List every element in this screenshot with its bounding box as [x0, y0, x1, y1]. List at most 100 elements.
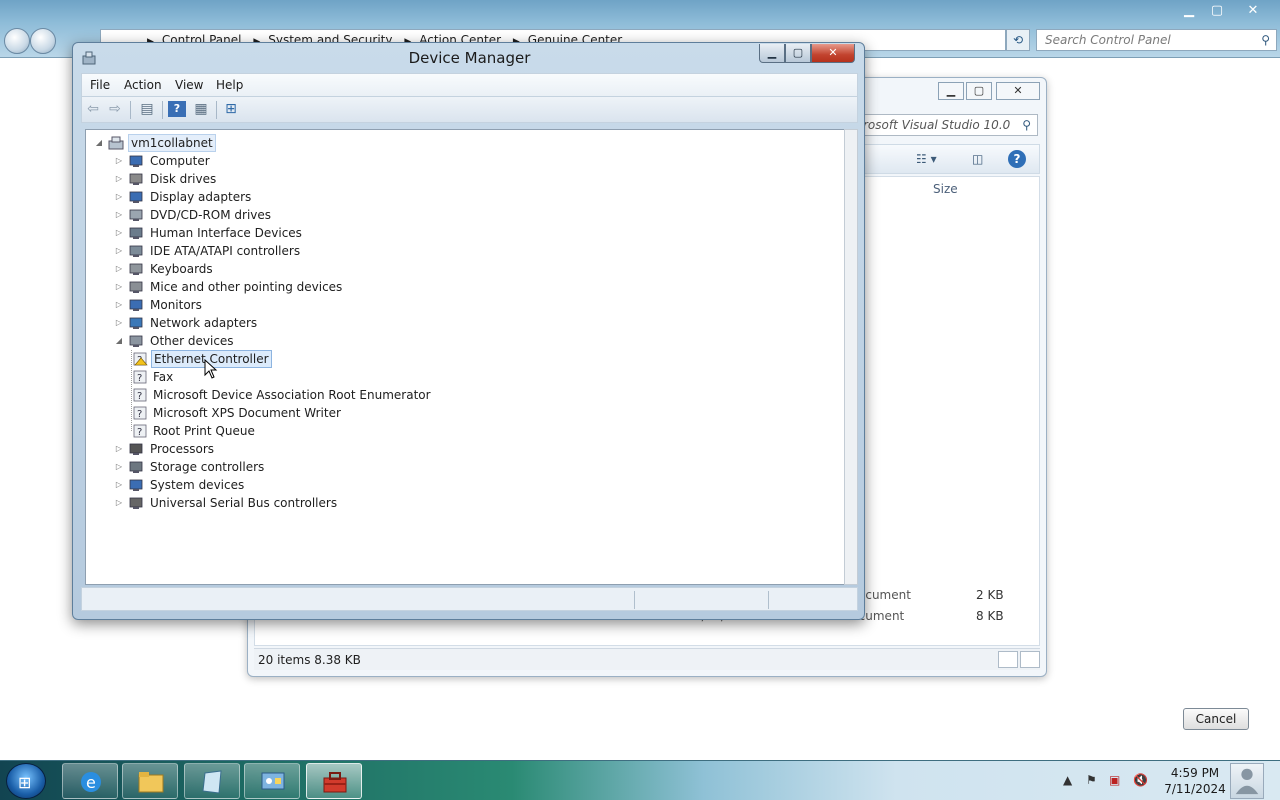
- taskbar-file-explorer[interactable]: [122, 763, 178, 799]
- device-category-icon: [129, 281, 143, 293]
- device-category-icon: [129, 263, 143, 275]
- forward-arrow-icon[interactable]: ⇨: [106, 101, 124, 117]
- tree-category-label: Human Interface Devices: [150, 226, 302, 240]
- expand-arrow-icon[interactable]: ▷: [114, 206, 124, 224]
- close-button[interactable]: ✕: [811, 44, 855, 63]
- system-clock[interactable]: 4:59 PM 7/11/2024: [1158, 765, 1232, 797]
- control-panel-search-input[interactable]: Search Control Panel ⚲: [1036, 29, 1277, 51]
- taskbar-device-manager[interactable]: [306, 763, 362, 799]
- device-category-icon: [129, 461, 143, 473]
- view-options-icon[interactable]: ☷ ▾: [916, 152, 937, 166]
- large-icons-view-icon[interactable]: [1020, 651, 1040, 668]
- tree-device-label: Root Print Queue: [153, 424, 255, 438]
- taskbar-notepad[interactable]: [184, 763, 240, 799]
- expand-arrow-icon[interactable]: ▷: [114, 476, 124, 494]
- tree-category-label: IDE ATA/ATAPI controllers: [150, 244, 301, 258]
- explorer-status-bar: 20 items 8.38 KB: [254, 648, 1040, 670]
- preview-pane-icon[interactable]: ◫: [972, 152, 983, 166]
- properties-icon[interactable]: ▦: [192, 101, 210, 117]
- tree-category-label: Network adapters: [150, 316, 258, 330]
- help-icon[interactable]: ?: [168, 101, 186, 117]
- taskbar-control-panel[interactable]: [244, 763, 300, 799]
- expand-arrow-icon[interactable]: ▷: [114, 170, 124, 188]
- device-category-icon: [129, 443, 143, 455]
- tree-category-label: Display adapters: [150, 190, 252, 204]
- unknown-device-icon: ?: [133, 388, 147, 402]
- tree-category-label: Mice and other pointing devices: [150, 280, 343, 294]
- svg-text:?: ?: [137, 391, 142, 402]
- refresh-icon[interactable]: ⟲: [1006, 29, 1030, 51]
- collapse-arrow-icon[interactable]: ◢: [114, 332, 124, 350]
- minimize-button[interactable]: ▁: [759, 44, 785, 63]
- expand-arrow-icon[interactable]: ▷: [114, 278, 124, 296]
- status-divider: [768, 591, 769, 609]
- user-account-icon[interactable]: [1230, 763, 1264, 799]
- tree-category-label: System devices: [150, 478, 245, 492]
- maximize-button[interactable]: ▢: [785, 44, 811, 63]
- svg-text:?: ?: [137, 427, 142, 438]
- explorer-search-input[interactable]: rosoft Visual Studio 10.0 ⚲: [848, 114, 1038, 136]
- svg-text:?: ?: [137, 409, 142, 420]
- collapse-arrow-icon[interactable]: ◢: [94, 134, 104, 152]
- tree-category-label: Disk drives: [150, 172, 217, 186]
- column-header-size[interactable]: Size: [933, 182, 958, 196]
- search-placeholder: Search Control Panel: [1045, 33, 1171, 47]
- taskbar: ⊞ e ▲ ⚑ ▣ 🔇 4:59 PM 7/11/2024: [0, 760, 1280, 800]
- toolbar-divider: [130, 101, 131, 119]
- show-hidden-icons-icon[interactable]: ▲: [1063, 773, 1072, 787]
- cancel-button[interactable]: Cancel: [1183, 708, 1249, 730]
- menu-view[interactable]: View: [175, 78, 203, 92]
- clock-time: 4:59 PM: [1170, 766, 1220, 780]
- expand-arrow-icon[interactable]: ▷: [114, 296, 124, 314]
- network-disconnected-icon[interactable]: ▣: [1109, 773, 1120, 787]
- scan-for-hardware-changes-icon[interactable]: ⊞: [222, 101, 240, 117]
- explorer-minimize-button[interactable]: ▁: [938, 82, 964, 100]
- device-category-icon: [129, 209, 143, 221]
- tree-category-label: DVD/CD-ROM drives: [150, 208, 272, 222]
- expand-arrow-icon[interactable]: ▷: [114, 458, 124, 476]
- action-center-flag-icon[interactable]: ⚑: [1086, 773, 1097, 787]
- menu-help[interactable]: Help: [216, 78, 243, 92]
- unknown-device-icon: ?: [133, 424, 147, 438]
- expand-arrow-icon[interactable]: ▷: [114, 494, 124, 512]
- explorer-close-button[interactable]: ✕: [996, 82, 1040, 100]
- computer-host-icon: [108, 136, 124, 150]
- details-view-icon[interactable]: [998, 651, 1018, 668]
- tree-device-label: Fax: [153, 370, 174, 384]
- status-item-count: 20 items 8.38 KB: [258, 653, 361, 667]
- toolbar-divider: [216, 101, 217, 119]
- expand-arrow-icon[interactable]: ▷: [114, 242, 124, 260]
- expand-arrow-icon[interactable]: ▷: [114, 152, 124, 170]
- explorer-search-text: rosoft Visual Studio 10.0: [863, 118, 1011, 132]
- control-panel-minimize-button[interactable]: ▁: [1174, 1, 1204, 21]
- search-icon[interactable]: ⚲: [1261, 30, 1270, 50]
- start-button[interactable]: ⊞: [6, 763, 46, 799]
- back-button[interactable]: [4, 28, 30, 54]
- expand-arrow-icon[interactable]: ▷: [114, 440, 124, 458]
- tree-device-label: Microsoft XPS Document Writer: [153, 406, 341, 420]
- volume-muted-icon[interactable]: 🔇: [1133, 773, 1148, 787]
- device-category-icon: [129, 497, 143, 509]
- taskbar-internet-explorer[interactable]: e: [62, 763, 118, 799]
- device-category-icon: [129, 227, 143, 239]
- tree-root-label: vm1collabnet: [128, 134, 216, 152]
- control-panel-maximize-button[interactable]: ▢: [1202, 1, 1232, 21]
- expand-arrow-icon[interactable]: ▷: [114, 188, 124, 206]
- device-category-icon: [129, 191, 143, 203]
- control-panel-close-button[interactable]: ✕: [1238, 1, 1268, 21]
- device-manager-window: Device Manager ▁ ▢ ✕ File Action View He…: [72, 42, 865, 620]
- explorer-maximize-button[interactable]: ▢: [966, 82, 992, 100]
- expand-arrow-icon[interactable]: ▷: [114, 260, 124, 278]
- show-hide-console-tree-icon[interactable]: ▤: [138, 101, 156, 117]
- menu-action[interactable]: Action: [124, 78, 162, 92]
- search-icon[interactable]: ⚲: [1022, 115, 1031, 135]
- internet-explorer-icon: e: [81, 772, 101, 792]
- help-icon[interactable]: ?: [1008, 150, 1026, 168]
- expand-arrow-icon[interactable]: ▷: [114, 314, 124, 332]
- expand-arrow-icon[interactable]: ▷: [114, 224, 124, 242]
- device-category-icon: [129, 173, 143, 185]
- vertical-scrollbar[interactable]: [844, 129, 858, 585]
- menu-file[interactable]: File: [90, 78, 110, 92]
- forward-button[interactable]: [30, 28, 56, 54]
- back-arrow-icon[interactable]: ⇦: [84, 101, 102, 117]
